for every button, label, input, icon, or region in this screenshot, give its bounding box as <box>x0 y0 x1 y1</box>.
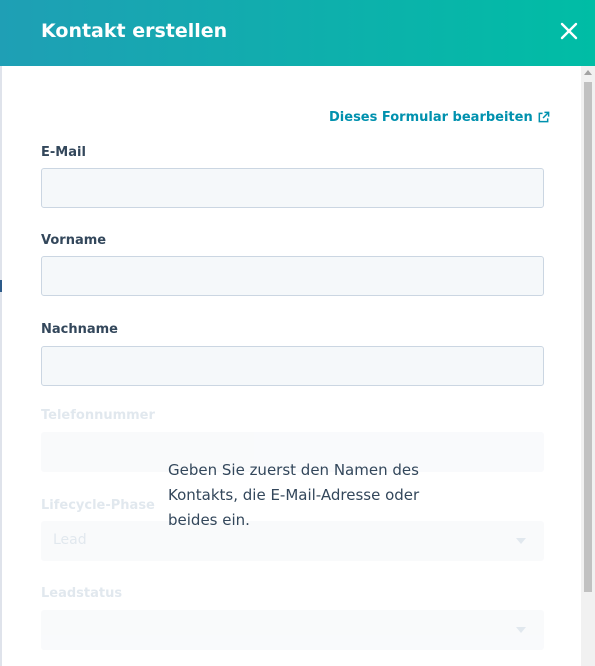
panel-left-border <box>0 66 2 666</box>
hint-message: Geben Sie zuerst den Namen des Kontakts,… <box>168 461 420 529</box>
external-link-icon <box>538 111 550 123</box>
firstname-input[interactable] <box>42 257 543 295</box>
chevron-down-icon <box>516 627 526 633</box>
firstname-label: Vorname <box>41 233 107 248</box>
scroll-up-arrow-icon[interactable] <box>584 70 592 75</box>
phone-label: Telefonnummer <box>41 408 155 423</box>
lastname-field[interactable] <box>41 346 544 386</box>
email-label: E-Mail <box>41 145 86 160</box>
edit-form-link-label: Dieses Formular bearbeiten <box>329 110 533 125</box>
leadstatus-select <box>41 610 544 650</box>
lifecycle-label: Lifecycle-Phase <box>41 498 155 513</box>
panel-header: Kontakt erstellen <box>0 0 595 66</box>
background-page-marker <box>0 280 2 292</box>
scrollbar-thumb[interactable] <box>584 82 592 592</box>
close-button[interactable] <box>556 18 582 44</box>
leadstatus-label: Leadstatus <box>41 586 123 601</box>
lifecycle-value: Lead <box>53 532 87 548</box>
panel-title: Kontakt erstellen <box>41 20 228 42</box>
edit-form-link[interactable]: Dieses Formular bearbeiten <box>329 110 550 125</box>
lastname-label: Nachname <box>41 322 119 337</box>
lastname-input[interactable] <box>42 347 543 385</box>
firstname-field[interactable] <box>41 256 544 296</box>
close-icon <box>560 22 578 40</box>
email-input[interactable] <box>42 169 543 207</box>
email-field[interactable] <box>41 168 544 208</box>
chevron-down-icon <box>516 538 526 544</box>
